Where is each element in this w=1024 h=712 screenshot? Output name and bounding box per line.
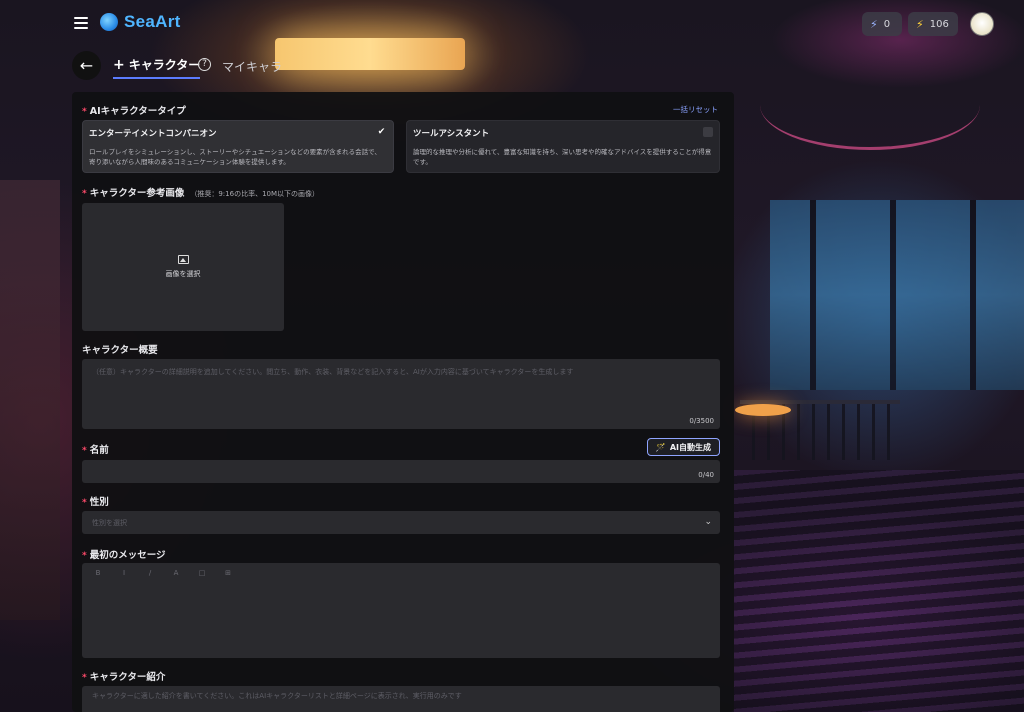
type-option-description: ロールプレイをシミュレーションし、ストーリーやシチュエーションなどの要素が含まれ…: [89, 148, 381, 167]
avatar[interactable]: [970, 12, 994, 36]
unchecked-box-icon: [703, 127, 713, 137]
top-bar: SeaArt ⚡ 0 ⚡ 106: [0, 0, 1024, 46]
slash-icon[interactable]: /: [144, 569, 156, 577]
gender-label: * 性別: [82, 497, 109, 508]
stamina-pill[interactable]: ⚡ 0: [862, 12, 902, 36]
checkmark-icon: ✔: [377, 127, 386, 137]
table-icon[interactable]: ⊞: [222, 569, 234, 577]
first-message-label: * 最初のメッセージ: [82, 550, 166, 561]
reference-image-hint: （推奨：9:16の比率、10M以下の画像）: [190, 190, 320, 198]
bold-icon[interactable]: B: [92, 569, 104, 577]
stamina-count: 0: [883, 18, 891, 30]
name-counter: 0/40: [698, 471, 714, 479]
ai-generate-button[interactable]: 🪄 AI自動生成: [646, 438, 720, 456]
summary-counter: 0/3500: [689, 417, 714, 425]
intro-label: * キャラクター紹介: [82, 672, 166, 683]
ai-generate-label: AI自動生成: [669, 442, 711, 452]
summary-textarea[interactable]: （任意）キャラクターの詳細説明を追加してください。閲立ち、動作、衣装、背景などを…: [82, 359, 720, 429]
required-mark: *: [82, 107, 87, 117]
summary-label: キャラクター概要: [82, 345, 158, 356]
magic-wand-icon: 🪄: [655, 442, 666, 452]
back-button[interactable]: ←: [72, 51, 101, 80]
italic-icon[interactable]: I: [118, 569, 130, 577]
energy-count: 106: [929, 18, 949, 30]
background-window: [770, 200, 1024, 390]
hamburger-menu-icon[interactable]: [72, 14, 90, 32]
gender-placeholder: 性別を選択: [92, 519, 127, 527]
gender-select[interactable]: 性別を選択 ⌄: [82, 511, 720, 534]
chevron-down-icon: ⌄: [704, 517, 712, 527]
intro-placeholder: キャラクターに適した紹介を書いてください。これはAIキャラクターリストと詳細ペー…: [92, 692, 462, 700]
type-option-entertainment[interactable]: エンターテイメントコンパニオン ロールプレイをシミュレーションし、ストーリーやシ…: [82, 120, 394, 173]
image-icon: [177, 255, 189, 264]
plus-icon: +: [113, 56, 125, 73]
tab-create-character[interactable]: + キャラクター: [113, 56, 201, 79]
logo-text: SeaArt: [124, 12, 181, 31]
reference-image-label: * キャラクター参考画像 （推奨：9:16の比率、10M以下の画像）: [82, 188, 320, 199]
name-label: * 名前: [82, 445, 109, 456]
type-section-label: * AIキャラクタータイプ: [82, 106, 186, 117]
tab-create-label: キャラクター: [128, 58, 201, 72]
upload-label: 画像を選択: [165, 270, 201, 278]
editor-toolbar: B I / A □ ⊞: [92, 569, 234, 577]
type-option-title: ツールアシスタント: [413, 129, 490, 139]
first-message-editor[interactable]: B I / A □ ⊞: [82, 563, 720, 658]
tab-my-characters[interactable]: マイキャラ: [222, 58, 282, 75]
background-shelf: [0, 180, 60, 620]
logo-icon: [100, 13, 118, 31]
reset-all-link[interactable]: 一括リセット: [673, 104, 718, 115]
background-table: [735, 404, 791, 416]
energy-bolt-icon: ⚡: [916, 17, 924, 31]
type-option-description: 論理的な推理や分析に優れて、豊富な知識を持ち、深い思考や的確なアドバイスを提供す…: [413, 148, 712, 167]
intro-textarea[interactable]: キャラクターに適した紹介を書いてください。これはAIキャラクターリストと詳細ペー…: [82, 686, 720, 712]
logo[interactable]: SeaArt: [100, 12, 181, 32]
name-input[interactable]: 0/40: [82, 460, 720, 483]
image-upload-area[interactable]: 画像を選択: [82, 203, 284, 331]
box-icon[interactable]: □: [196, 569, 208, 577]
background-neon-ring: [760, 60, 980, 150]
background-floor: [734, 470, 1024, 712]
help-icon[interactable]: ?: [198, 58, 211, 71]
type-option-title: エンターテイメントコンパニオン: [89, 129, 217, 139]
character-form-panel: * AIキャラクタータイプ 一括リセット エンターテイメントコンパニオン ロールプ…: [72, 92, 734, 712]
text-color-icon[interactable]: A: [170, 569, 182, 577]
energy-pill[interactable]: ⚡ 106: [908, 12, 958, 36]
type-option-tool-assistant[interactable]: ツールアシスタント 論理的な推理や分析に優れて、豊富な知識を持ち、深い思考や的確…: [406, 120, 720, 173]
summary-placeholder: （任意）キャラクターの詳細説明を追加してください。閲立ち、動作、衣装、背景などを…: [92, 368, 574, 376]
arrow-left-icon: ←: [79, 56, 94, 75]
lightning-icon: ⚡: [870, 17, 878, 31]
